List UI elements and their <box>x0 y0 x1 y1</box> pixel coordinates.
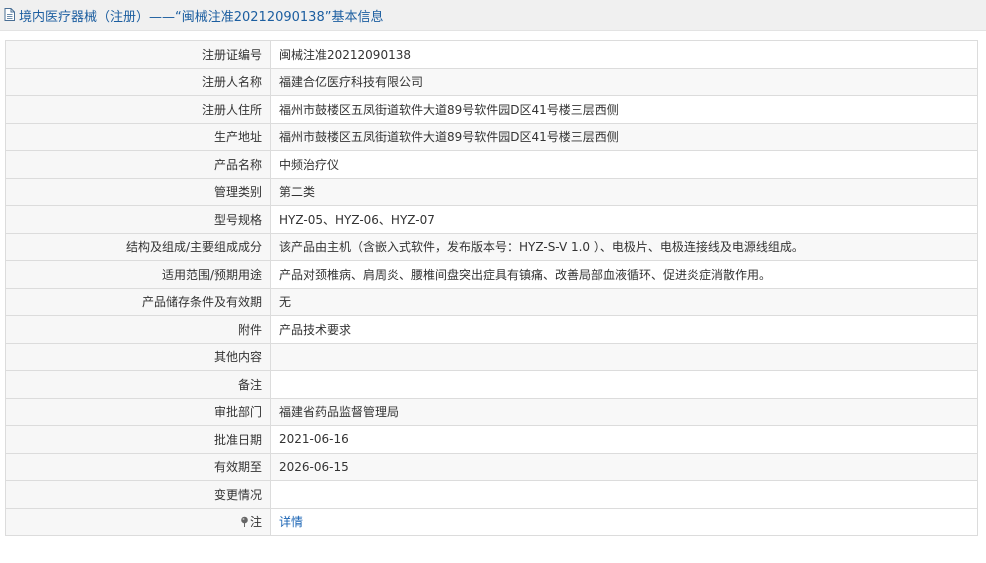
field-label: 生产地址 <box>5 122 271 151</box>
field-value: 福建省药品监督管理局 <box>270 397 978 426</box>
table-row: 产品名称 中频治疗仪 <box>5 150 978 179</box>
table-row: 有效期至 2026-06-15 <box>5 452 978 481</box>
field-value: 产品对颈椎病、肩周炎、腰椎间盘突出症具有镇痛、改善局部血液循环、促进炎症消散作用… <box>270 260 978 289</box>
field-value <box>270 342 978 371</box>
table-row: 附件 产品技术要求 <box>5 315 978 344</box>
field-label: 产品名称 <box>5 150 271 179</box>
field-value <box>270 480 978 509</box>
document-icon <box>4 8 16 22</box>
note-label-cell: 注 <box>5 507 271 536</box>
field-value: 福建合亿医疗科技有限公司 <box>270 67 978 96</box>
info-table: 注册证编号 闽械注准20212090138 注册人名称 福建合亿医疗科技有限公司 注册人… <box>5 40 978 536</box>
field-label: 适用范围/预期用途 <box>5 260 271 289</box>
field-label: 有效期至 <box>5 452 271 481</box>
pin-icon <box>240 516 249 528</box>
field-label: 备注 <box>5 370 271 399</box>
field-label: 注册证编号 <box>5 40 271 69</box>
field-value: 第二类 <box>270 177 978 206</box>
field-value: 福州市鼓楼区五凤街道软件大道89号软件园D区41号楼三层西侧 <box>270 95 978 124</box>
table-row: 批准日期 2021-06-16 <box>5 425 978 454</box>
table-row: 注册人名称 福建合亿医疗科技有限公司 <box>5 67 978 96</box>
field-label: 注册人名称 <box>5 67 271 96</box>
table-row: 适用范围/预期用途 产品对颈椎病、肩周炎、腰椎间盘突出症具有镇痛、改善局部血液循环… <box>5 260 978 289</box>
table-row: 审批部门 福建省药品监督管理局 <box>5 397 978 426</box>
field-label: 型号规格 <box>5 205 271 234</box>
field-label: 其他内容 <box>5 342 271 371</box>
table-row: 生产地址 福州市鼓楼区五凤街道软件大道89号软件园D区41号楼三层西侧 <box>5 122 978 151</box>
table-row: 结构及组成/主要组成成分 该产品由主机（含嵌入式软件，发布版本号：HYZ-S-V … <box>5 232 978 261</box>
table-row: 注册证编号 闽械注准20212090138 <box>5 40 978 69</box>
table-row: 产品储存条件及有效期无 <box>5 287 978 316</box>
table-row: 型号规格 HYZ-05、HYZ-06、HYZ-07 <box>5 205 978 234</box>
field-value: 该产品由主机（含嵌入式软件，发布版本号：HYZ-S-V 1.0 ）、电极片、电极… <box>270 232 978 261</box>
field-value: 2021-06-16 <box>270 425 978 454</box>
field-value <box>270 370 978 399</box>
note-label: 注 <box>249 515 262 530</box>
field-value: 无 <box>270 287 978 316</box>
field-value: 产品技术要求 <box>270 315 978 344</box>
details-link[interactable]: 详情 <box>279 515 303 529</box>
field-label: 附件 <box>5 315 271 344</box>
table-row: 注册人住所 福州市鼓楼区五凤街道软件大道89号软件园D区41号楼三层西侧 <box>5 95 978 124</box>
field-value: 福州市鼓楼区五凤街道软件大道89号软件园D区41号楼三层西侧 <box>270 122 978 151</box>
field-value: 中频治疗仪 <box>270 150 978 179</box>
field-label: 注册人住所 <box>5 95 271 124</box>
table-row: 变更情况 <box>5 480 978 509</box>
field-label: 批准日期 <box>5 425 271 454</box>
field-value: 闽械注准20212090138 <box>270 40 978 69</box>
table-row: 其他内容 <box>5 342 978 371</box>
field-value: HYZ-05、HYZ-06、HYZ-07 <box>270 205 978 234</box>
field-label: 变更情况 <box>5 480 271 509</box>
note-value-cell: 详情 <box>270 507 978 536</box>
field-label: 结构及组成/主要组成成分 <box>5 232 271 261</box>
field-label: 产品储存条件及有效期 <box>5 287 271 316</box>
table-row: 备注 <box>5 370 978 399</box>
field-label: 管理类别 <box>5 177 271 206</box>
note-row: 注 详情 <box>5 507 978 536</box>
field-value: 2026-06-15 <box>270 452 978 481</box>
page-header: 境内医疗器械（注册）——“闽械注准20212090138”基本信息 <box>0 0 986 31</box>
table-row: 管理类别 第二类 <box>5 177 978 206</box>
field-label: 审批部门 <box>5 397 271 426</box>
page-title: 境内医疗器械（注册）——“闽械注准20212090138”基本信息 <box>19 9 384 25</box>
